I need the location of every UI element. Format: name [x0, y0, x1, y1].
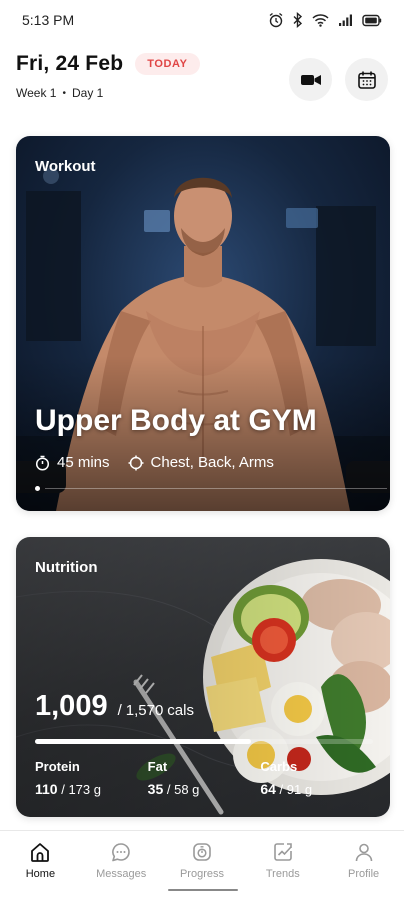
macro-name: Fat	[147, 759, 168, 774]
pager-dot-active	[35, 486, 40, 491]
nav-messages-label: Messages	[96, 868, 147, 880]
day-label: Day 1	[71, 86, 104, 100]
header-actions	[289, 58, 388, 101]
nav-trends[interactable]: Trends	[242, 831, 323, 900]
macro-name: Protein	[35, 759, 80, 774]
calendar-icon	[357, 71, 376, 89]
calories-unit: cals	[167, 702, 194, 719]
macro-goal: / 91 g	[279, 782, 313, 797]
wifi-icon	[312, 14, 329, 27]
nav-home-label: Home	[25, 868, 56, 880]
macro-carbs: Carbs 64 / 91 g	[260, 759, 373, 797]
calendar-button[interactable]	[345, 58, 388, 101]
video-camera-icon	[300, 74, 321, 85]
pager-track	[45, 487, 387, 489]
status-bar: 5:13 PM	[0, 0, 404, 40]
home-icon	[31, 843, 50, 862]
macro-goal: / 173 g	[61, 782, 101, 797]
macro-amount: 35 / 58 g	[148, 781, 261, 797]
workout-muscles: Chest, Back, Arms	[150, 454, 274, 471]
nutrition-card[interactable]: Nutrition 1,009 / 1,570 cals Protein 110…	[16, 537, 390, 817]
macro-value: 110	[35, 781, 58, 797]
workout-duration: 45 mins	[57, 454, 110, 471]
target-icon	[128, 455, 144, 470]
nav-profile[interactable]: Profile	[323, 831, 404, 900]
duration-item: 45 mins	[35, 454, 110, 471]
nutrition-card-label: Nutrition	[35, 559, 98, 576]
status-time: 5:13 PM	[22, 12, 75, 28]
bluetooth-icon	[293, 12, 303, 28]
macro-name: Carbs	[260, 759, 298, 774]
macro-value: 35	[147, 781, 164, 797]
separator-dot: •	[62, 87, 66, 99]
nav-progress-label: Progress	[179, 868, 224, 880]
day-header: Fri, 24 Feb TODAY Week 1 • Day 1	[16, 52, 388, 108]
current-date[interactable]: Fri, 24 Feb	[16, 52, 123, 76]
home-indicator	[168, 889, 238, 891]
messages-icon	[112, 843, 130, 862]
nav-messages[interactable]: Messages	[81, 831, 162, 900]
status-icons	[268, 12, 382, 28]
macro-goal: / 58 g	[166, 782, 200, 797]
workout-card-label: Workout	[35, 158, 96, 175]
macro-amount: 64 / 91 g	[260, 781, 373, 797]
workout-meta: 45 mins Chest, Back, Arms	[35, 454, 274, 471]
workout-card[interactable]: Workout Upper Body at GYM 45 mins Chest,…	[16, 136, 390, 511]
macros-row: Protein 110 / 173 g Fat 35 / 58 g Carbs …	[35, 759, 373, 797]
alarm-icon	[269, 12, 283, 28]
macro-protein: Protein 110 / 173 g	[35, 759, 148, 797]
calories-consumed: 1,009	[35, 690, 108, 722]
workout-title: Upper Body at GYM	[35, 404, 317, 437]
calories-progress-fill	[35, 739, 252, 744]
cellular-signal-icon	[339, 14, 352, 26]
nav-profile-label: Profile	[347, 868, 380, 880]
calories-progress-bar	[35, 739, 373, 744]
trends-icon	[273, 843, 292, 861]
today-badge: TODAY	[135, 53, 200, 75]
calories-separator: /	[117, 702, 122, 719]
macro-amount: 110 / 173 g	[35, 781, 148, 797]
week-label: Week 1	[16, 86, 57, 100]
nav-home[interactable]: Home	[0, 831, 81, 900]
calories-summary: 1,009 / 1,570 cals	[35, 690, 194, 723]
macro-value: 64	[260, 781, 276, 797]
profile-icon	[355, 843, 372, 862]
calories-goal: 1,570	[125, 702, 164, 719]
stopwatch-icon	[35, 455, 50, 471]
video-call-button[interactable]	[289, 58, 332, 101]
muscles-item: Chest, Back, Arms	[128, 454, 274, 471]
battery-icon	[362, 14, 382, 26]
nav-trends-label: Trends	[265, 868, 300, 880]
workout-pager	[35, 486, 387, 491]
macro-fat: Fat 35 / 58 g	[148, 759, 261, 797]
progress-icon	[193, 843, 211, 861]
